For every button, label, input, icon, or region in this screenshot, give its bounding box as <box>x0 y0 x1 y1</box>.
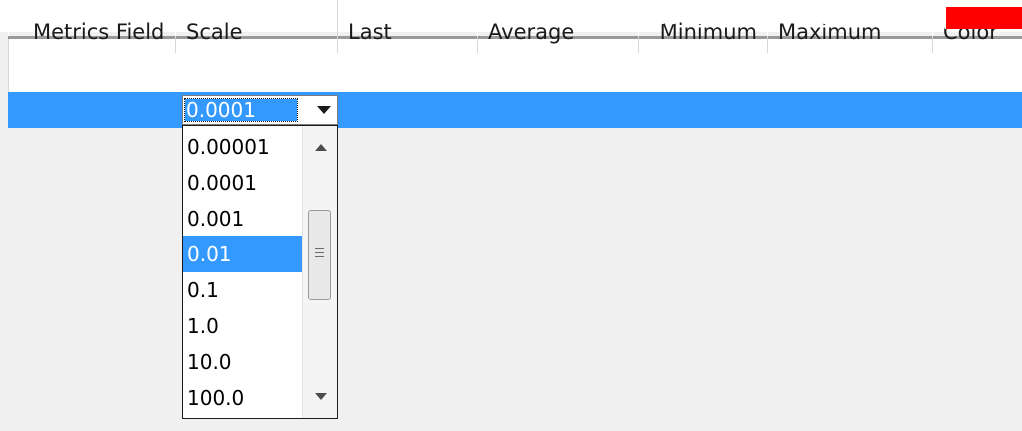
scroll-down-arrow-icon[interactable] <box>315 393 327 400</box>
grip-icon <box>315 248 324 258</box>
dropdown-option[interactable]: 0.0001 <box>183 165 302 201</box>
scale-dropdown-list[interactable]: 0.00001 0.0001 0.001 0.01 0.1 1.0 10.0 1… <box>182 125 338 419</box>
cell-average: 285200.156 <box>478 0 639 36</box>
cell-maximum: 286475.000 <box>768 0 933 36</box>
dropdown-option[interactable]: 0.001 <box>183 201 302 237</box>
table-row[interactable] <box>8 92 1022 128</box>
dropdown-option[interactable]: 0.1 <box>183 272 302 308</box>
scale-combobox[interactable]: 0.0001 <box>182 95 338 125</box>
scale-combobox-value[interactable]: 0.0001 <box>184 98 298 122</box>
scroll-up-arrow-icon[interactable] <box>315 144 327 151</box>
cell-last: 286475.000 <box>338 0 478 36</box>
dropdown-option[interactable]: 100.0 <box>183 380 302 416</box>
scrollbar-thumb[interactable] <box>308 210 331 300</box>
chevron-down-icon[interactable] <box>317 106 331 114</box>
column-header-scale[interactable]: Scale <box>176 0 338 53</box>
dropdown-option-highlighted[interactable]: 0.01 <box>183 236 302 272</box>
dropdown-option[interactable]: 1.0 <box>183 308 302 344</box>
metrics-grid-window: Metrics Field Scale Last Average Minimum… <box>0 0 1022 431</box>
color-swatch[interactable] <box>945 6 1022 29</box>
cell-minimum: 269900.000 <box>639 0 768 36</box>
dropdown-option[interactable]: 0.00001 <box>183 129 302 165</box>
dropdown-scrollbar[interactable] <box>302 126 337 418</box>
dropdown-option[interactable]: 10.0 <box>183 344 302 380</box>
cell-metrics-field[interactable]: Tx <box>8 0 176 36</box>
